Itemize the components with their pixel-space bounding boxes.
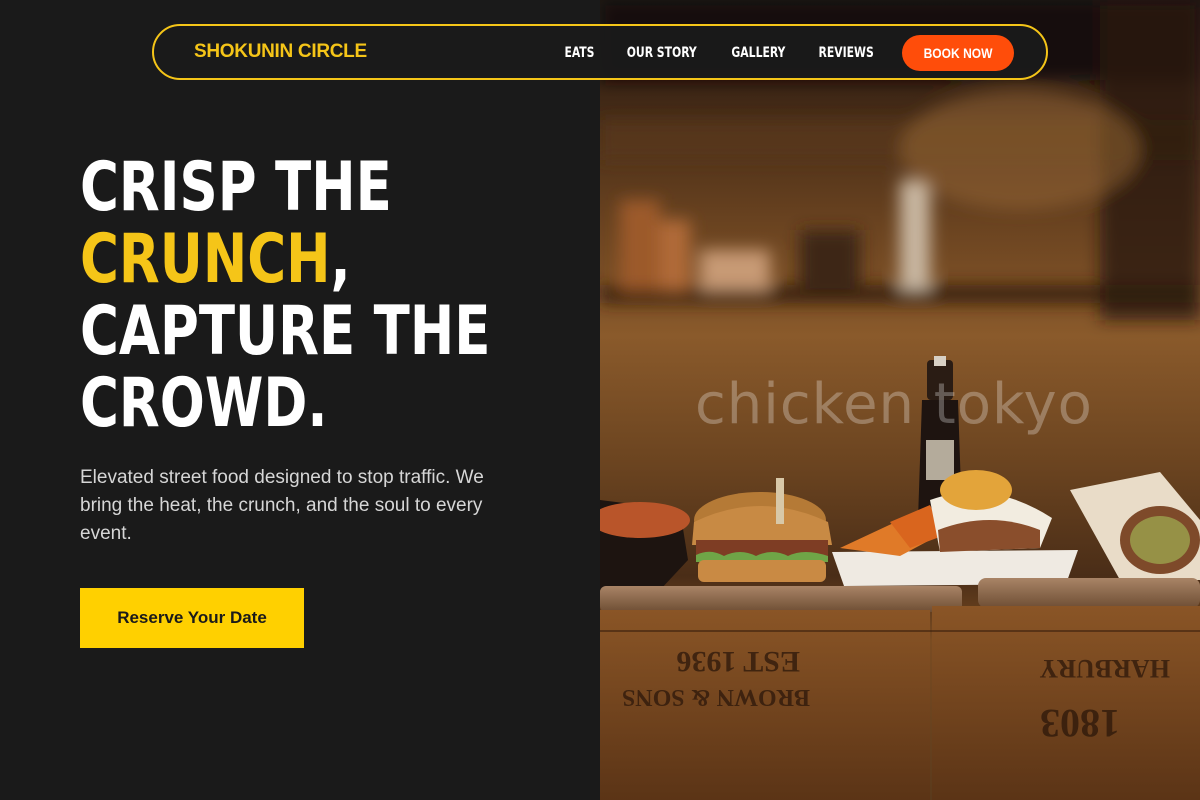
brand-logo[interactable]: SHOKUNIN CIRCLE	[194, 41, 367, 63]
nav-link-our-story[interactable]: OUR STORY	[627, 45, 697, 61]
svg-text:EST 1936: EST 1936	[676, 645, 800, 678]
reserve-date-button[interactable]: Reserve Your Date	[80, 588, 304, 648]
nav-links: EATS OUR STORY GALLERY REVIEWS BOOK NOW	[562, 34, 1014, 72]
headline-line-1: CRISP THE	[80, 148, 392, 227]
headline-line-3: CAPTURE THE	[80, 292, 491, 371]
book-now-label: BOOK NOW	[923, 45, 993, 61]
hero-food-photo: EST 1936 BROWN & SONS 1803 HARBURY chick…	[600, 0, 1200, 800]
top-navbar: SHOKUNIN CIRCLE EATS OUR STORY GALLERY R…	[152, 24, 1048, 80]
headline-line-2: CRUNCH,	[80, 224, 470, 296]
landing-page: EST 1936 BROWN & SONS 1803 HARBURY chick…	[0, 0, 1200, 800]
headline-line-4: CROWD.	[80, 364, 328, 443]
svg-text:1803: 1803	[1040, 701, 1120, 746]
headline-comma: ,	[330, 220, 351, 299]
photo-watermark: chicken tokyo	[695, 372, 1093, 437]
nav-link-reviews[interactable]: REVIEWS	[818, 45, 873, 61]
book-now-button[interactable]: BOOK NOW	[901, 35, 1014, 71]
nav-link-gallery[interactable]: GALLERY	[731, 45, 785, 61]
nav-link-eats[interactable]: EATS	[565, 45, 595, 61]
hero-headline: CRISP THE CRUNCH, CAPTURE THE CROWD.	[80, 148, 491, 443]
svg-text:BROWN & SONS: BROWN & SONS	[622, 684, 810, 710]
svg-text:HARBURY: HARBURY	[1039, 654, 1170, 683]
headline-accent: CRUNCH	[80, 220, 331, 299]
hero-subtext: Elevated street food designed to stop tr…	[80, 467, 484, 544]
